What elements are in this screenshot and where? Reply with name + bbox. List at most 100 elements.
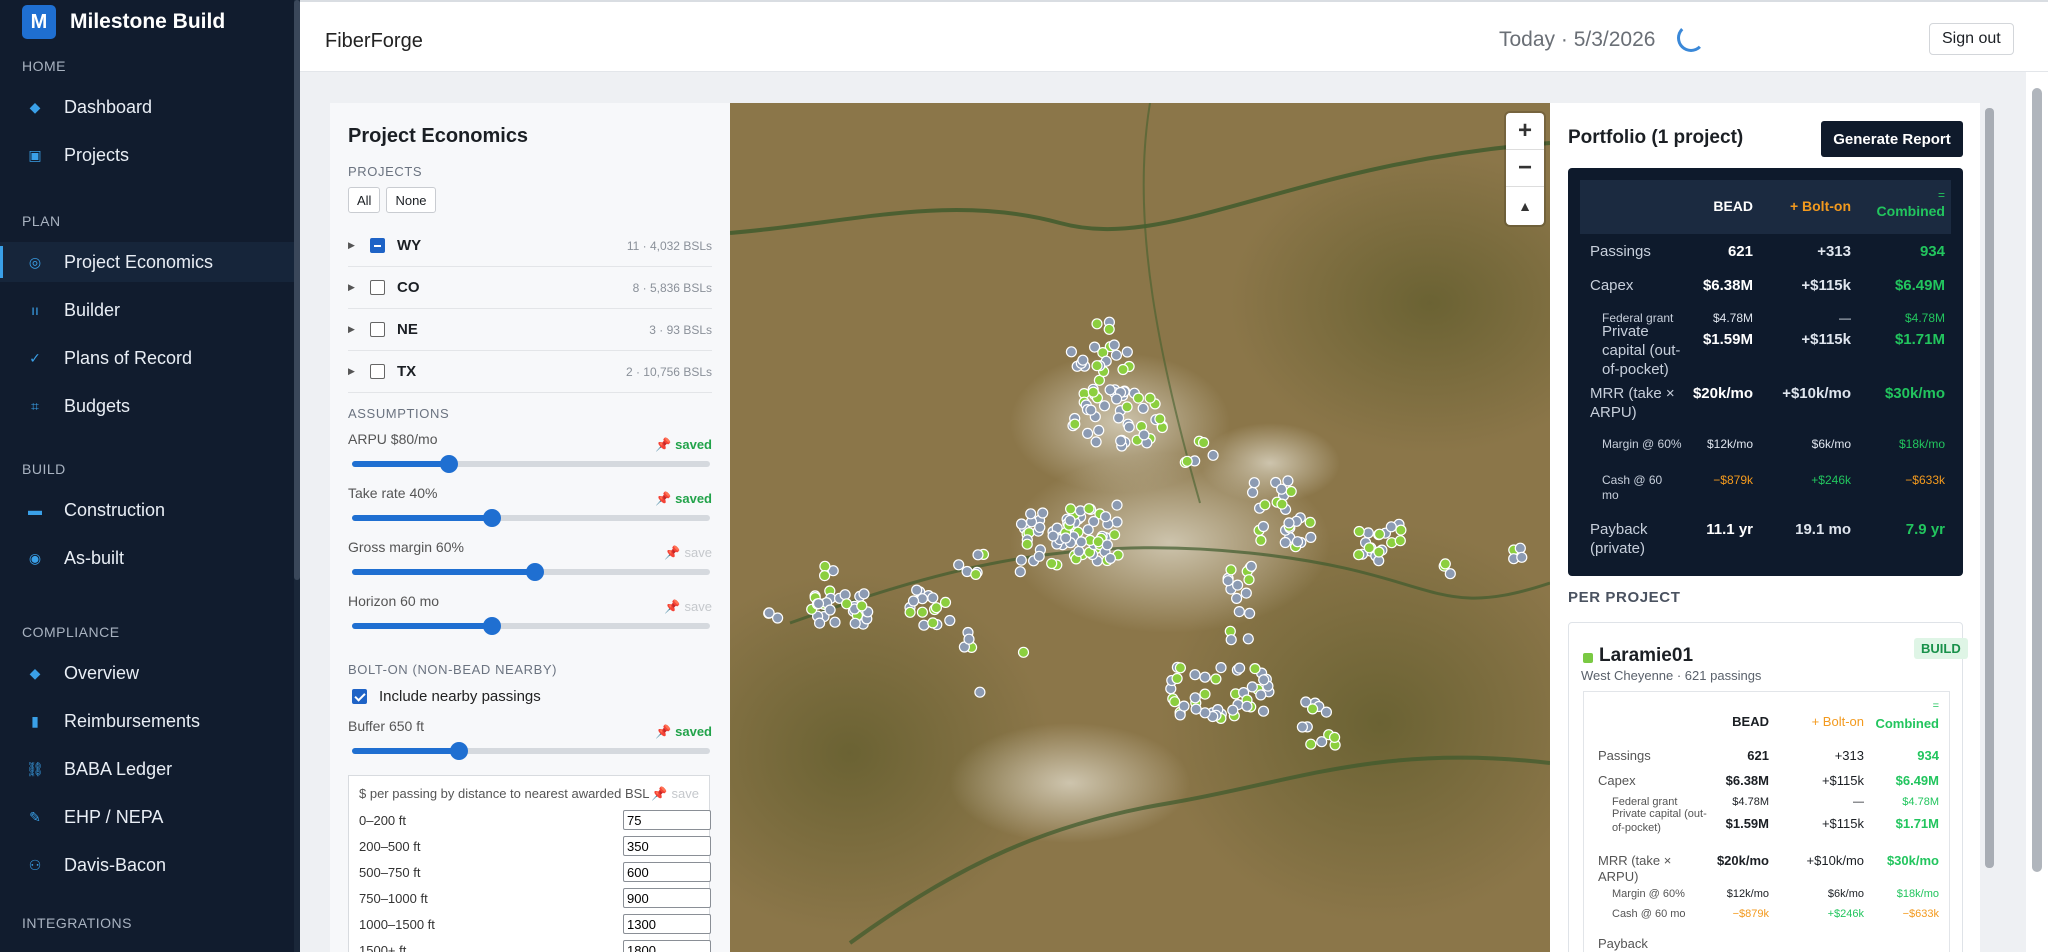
bolt-on-passing-marker[interactable] — [1017, 646, 1030, 658]
bolt-on-passing-marker[interactable] — [970, 568, 982, 580]
slider-thumb[interactable] — [450, 742, 469, 760]
bolt-on-passing-marker[interactable] — [1117, 363, 1129, 376]
bead-passing-marker[interactable] — [1075, 536, 1087, 548]
bolt-on-passing-marker[interactable] — [1306, 703, 1319, 715]
bead-passing-marker[interactable] — [1275, 483, 1288, 495]
slider-thumb[interactable] — [439, 455, 458, 473]
bead-passing-marker[interactable] — [1316, 736, 1328, 748]
bead-passing-marker[interactable] — [1100, 511, 1112, 523]
bolt-on-passing-marker[interactable] — [1121, 401, 1133, 413]
bead-passing-marker[interactable] — [839, 589, 851, 601]
expand-caret-icon[interactable]: ▶ — [348, 366, 370, 377]
expand-caret-icon[interactable]: ▶ — [348, 240, 370, 251]
include-nearby-checkbox[interactable] — [352, 689, 367, 704]
bead-passing-marker[interactable] — [1248, 477, 1260, 489]
bead-passing-marker[interactable] — [1104, 552, 1116, 564]
bead-passing-marker[interactable] — [1199, 671, 1211, 683]
bead-passing-marker[interactable] — [824, 604, 836, 616]
buffer-saved-status[interactable]: 📌 saved — [655, 724, 712, 740]
bolt-on-passing-marker[interactable] — [1285, 485, 1297, 498]
nav-item-budgets[interactable]: ⌗ Budgets — [0, 386, 294, 426]
bead-passing-marker[interactable] — [1015, 554, 1027, 566]
bolt-on-passing-marker[interactable] — [1198, 437, 1210, 449]
bead-passing-marker[interactable] — [1296, 721, 1309, 733]
project-row-ne[interactable]: ▶ NE 3 · 93 BSLs — [348, 309, 712, 351]
map-canvas[interactable] — [730, 103, 1550, 952]
slider-thumb[interactable] — [525, 563, 544, 581]
compass-icon[interactable]: ▲ — [1506, 187, 1544, 224]
bead-passing-marker[interactable] — [1034, 521, 1046, 533]
bead-passing-marker[interactable] — [1514, 542, 1526, 554]
bead-passing-marker[interactable] — [1257, 705, 1270, 717]
zoom-in-button[interactable]: + — [1506, 113, 1544, 150]
bead-passing-marker[interactable] — [1178, 700, 1190, 712]
bolt-on-passing-marker[interactable] — [1394, 535, 1406, 547]
bead-passing-marker[interactable] — [1111, 393, 1123, 405]
distance-price-input[interactable] — [623, 862, 711, 882]
bolt-on-passing-marker[interactable] — [1154, 413, 1166, 425]
bolt-on-passing-marker[interactable] — [1305, 738, 1317, 750]
bead-passing-marker[interactable] — [1189, 692, 1201, 704]
bead-passing-marker[interactable] — [907, 595, 920, 607]
bead-passing-marker[interactable] — [1190, 703, 1202, 715]
bead-passing-marker[interactable] — [1093, 424, 1105, 436]
nav-item-project-economics[interactable]: ◎ Project Economics — [0, 242, 294, 282]
project-checkbox[interactable] — [370, 322, 385, 337]
bolt-on-passing-marker[interactable] — [1174, 662, 1186, 674]
bolt-on-passing-marker[interactable] — [1169, 696, 1181, 708]
bead-passing-marker[interactable] — [1098, 400, 1111, 412]
satellite-map[interactable]: + − ▲ — [730, 103, 1550, 952]
bead-passing-marker[interactable] — [1115, 435, 1127, 447]
bead-passing-marker[interactable] — [1073, 545, 1085, 557]
bolt-on-passing-marker[interactable] — [1353, 549, 1365, 561]
bead-passing-marker[interactable] — [1138, 429, 1150, 441]
bead-passing-marker[interactable] — [1123, 421, 1135, 433]
bead-passing-marker[interactable] — [1082, 524, 1094, 536]
bead-passing-marker[interactable] — [1110, 349, 1122, 361]
expand-caret-icon[interactable]: ▶ — [348, 282, 370, 293]
bolt-on-passing-marker[interactable] — [1069, 418, 1081, 430]
nav-item-baba-ledger[interactable]: ⛓ BABA Ledger — [0, 749, 294, 789]
bead-passing-marker[interactable] — [1064, 514, 1076, 526]
select-all-button[interactable]: All — [348, 187, 381, 213]
bead-passing-marker[interactable] — [1232, 579, 1244, 591]
bead-passing-marker[interactable] — [1320, 706, 1333, 718]
bead-passing-marker[interactable] — [1113, 412, 1125, 424]
project-row-co[interactable]: ▶ CO 8 · 5,836 BSLs — [348, 267, 712, 309]
nav-item-ehp-nepa[interactable]: ✎ EHP / NEPA — [0, 797, 294, 837]
bolt-on-passing-marker[interactable] — [939, 596, 952, 608]
bolt-on-passing-marker[interactable] — [916, 606, 928, 618]
bead-passing-marker[interactable] — [1227, 704, 1239, 716]
bead-passing-marker[interactable] — [1245, 560, 1257, 572]
bead-passing-marker[interactable] — [1385, 521, 1397, 533]
bead-passing-marker[interactable] — [1037, 507, 1049, 519]
bolt-on-passing-marker[interactable] — [1132, 392, 1144, 404]
bead-passing-marker[interactable] — [812, 598, 825, 610]
bolt-on-passing-marker[interactable] — [818, 570, 831, 582]
bead-passing-marker[interactable] — [1065, 346, 1077, 358]
bead-passing-marker[interactable] — [927, 592, 939, 604]
bead-passing-marker[interactable] — [1222, 575, 1234, 587]
buffer-slider[interactable] — [352, 742, 710, 760]
bolt-on-passing-marker[interactable] — [1304, 516, 1316, 528]
distance-save-status[interactable]: 📌 save — [651, 786, 699, 802]
bolt-on-passing-marker[interactable] — [1046, 557, 1058, 570]
sidebar-scrollbar[interactable] — [294, 0, 300, 952]
bead-passing-marker[interactable] — [1082, 427, 1094, 439]
project-name[interactable]: Laramie01 — [1599, 645, 1693, 667]
bead-passing-marker[interactable] — [972, 549, 984, 561]
bead-passing-marker[interactable] — [829, 616, 841, 628]
bolt-on-passing-marker[interactable] — [1021, 538, 1033, 550]
slider-save-status[interactable]: 📌 saved — [655, 491, 712, 507]
bolt-on-passing-marker[interactable] — [1373, 528, 1386, 540]
bolt-on-passing-marker[interactable] — [927, 617, 939, 629]
bolt-on-passing-marker[interactable] — [1199, 688, 1211, 700]
bolt-on-passing-marker[interactable] — [1091, 360, 1103, 372]
bead-passing-marker[interactable] — [1189, 669, 1201, 681]
bolt-on-passing-marker[interactable] — [1353, 525, 1365, 538]
bolt-on-passing-marker[interactable] — [1249, 662, 1261, 675]
bead-passing-marker[interactable] — [813, 617, 826, 629]
distance-price-input[interactable] — [623, 940, 711, 952]
distance-price-input[interactable] — [623, 810, 711, 830]
bolt-on-passing-marker[interactable] — [930, 602, 942, 614]
